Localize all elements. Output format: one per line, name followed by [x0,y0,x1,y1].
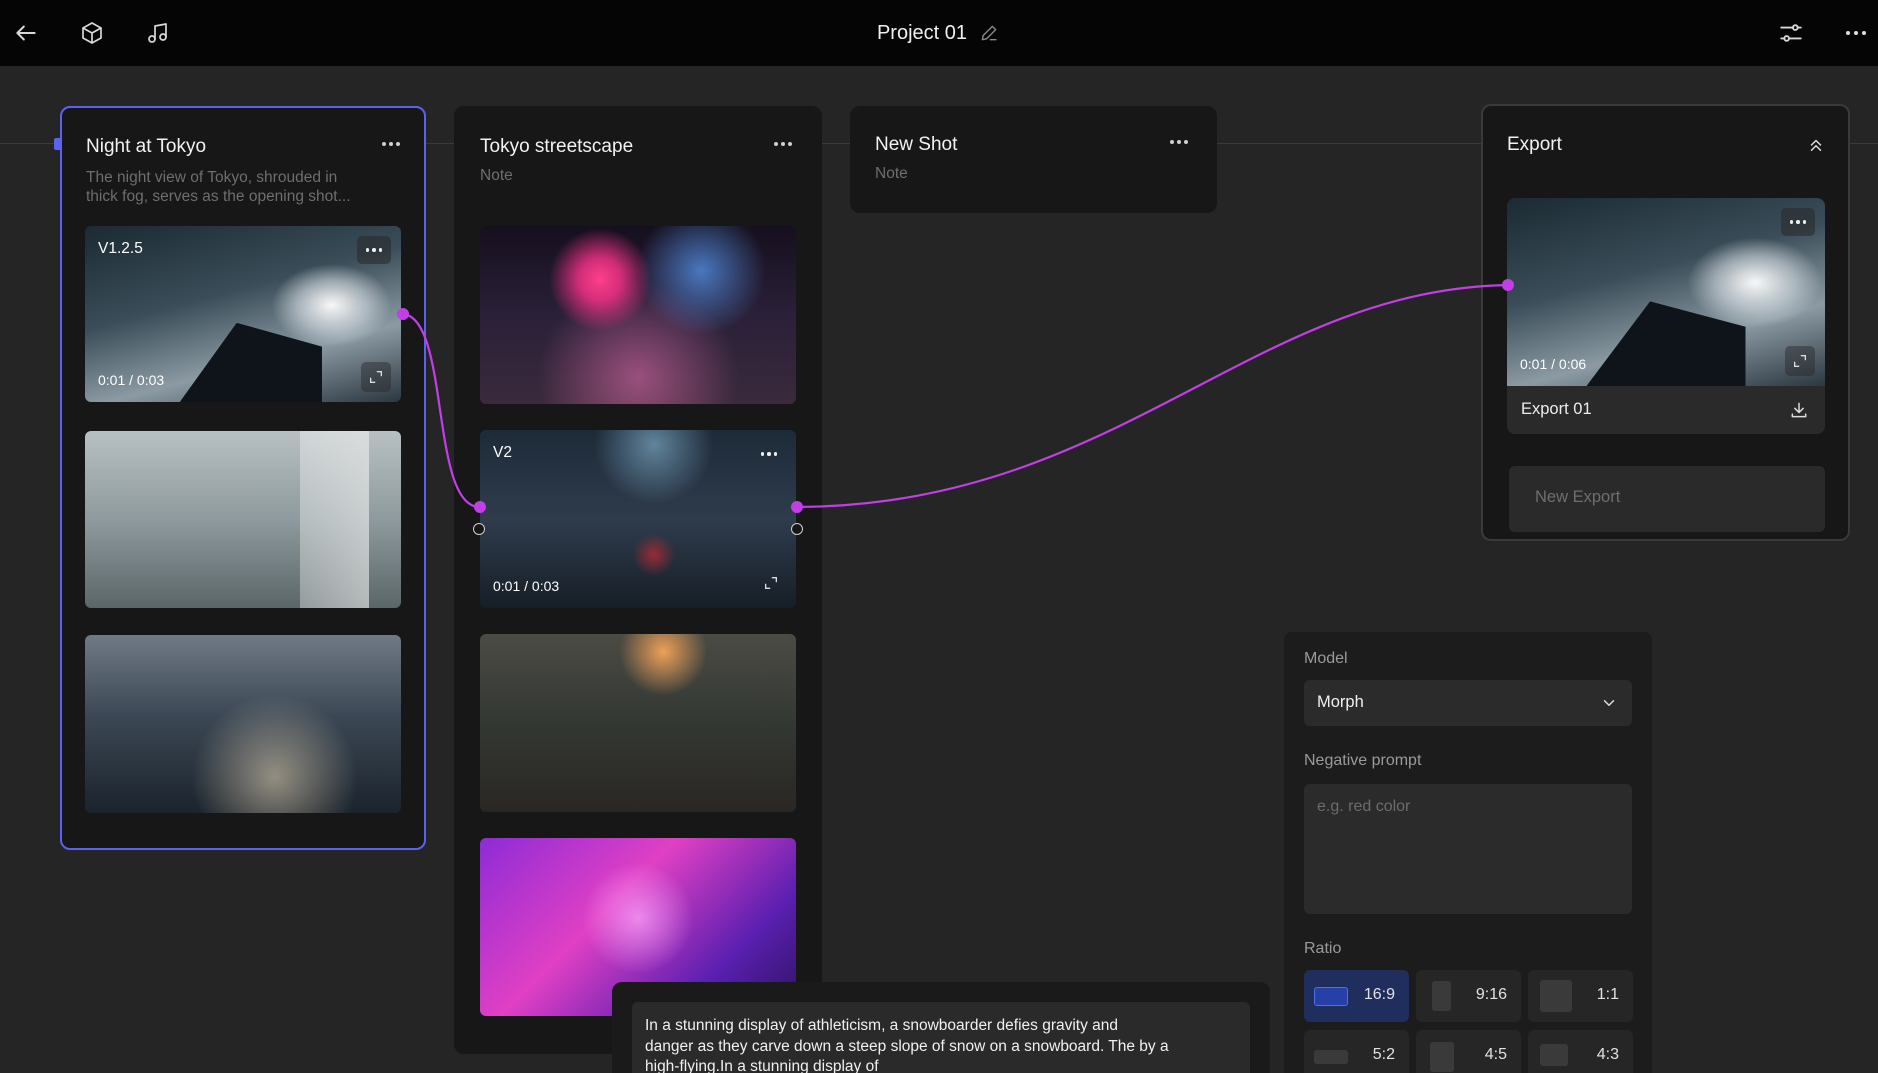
model-label: Model [1304,650,1348,667]
model-select[interactable]: Morph [1304,680,1632,726]
ratio-option-16-9[interactable]: 16:9 [1304,970,1409,1022]
ratio-shape [1314,1050,1348,1064]
ratio-shape [1432,981,1451,1011]
ratio-option-1-1[interactable]: 1:1 [1528,970,1633,1022]
expand-icon[interactable] [1785,346,1815,376]
timecode: 0:01 / 0:03 [98,372,165,388]
ratio-option-4-5[interactable]: 4:5 [1416,1030,1521,1073]
thumbnail-menu-icon[interactable] [1781,208,1815,236]
prompt-panel: In a stunning display of athleticism, a … [612,982,1270,1073]
ratio-shape [1314,987,1348,1006]
expand-icon[interactable] [361,362,391,392]
chevron-down-icon [1598,692,1620,714]
ratio-option-5-2[interactable]: 5:2 [1304,1030,1409,1073]
negative-prompt-input[interactable]: e.g. red color [1304,784,1632,914]
ratio-option-4-3[interactable]: 4:3 [1528,1030,1633,1073]
thumbnail-menu-icon[interactable] [357,236,391,264]
ratio-shape [1540,1044,1568,1066]
input-port[interactable] [473,523,485,535]
generation-settings-panel: Model Morph Negative prompt e.g. red col… [1284,632,1652,1073]
input-port[interactable] [474,501,486,513]
input-port[interactable] [1502,279,1514,291]
output-port[interactable] [397,308,409,320]
output-port[interactable] [791,501,803,513]
connection-curve [402,312,480,509]
ratio-option-9-16[interactable]: 9:16 [1416,970,1521,1022]
model-value: Morph [1317,693,1364,711]
negative-prompt-label: Negative prompt [1304,752,1422,769]
timecode: 0:01 / 0:06 [1520,356,1587,372]
negative-prompt-placeholder: e.g. red color [1317,798,1411,815]
ratio-label: Ratio [1304,940,1342,957]
ratio-shape [1430,1042,1454,1072]
connection-curve [796,283,1509,509]
ratio-shape [1540,980,1572,1012]
prompt-input[interactable]: In a stunning display of athleticism, a … [632,1002,1250,1073]
output-port[interactable] [791,523,803,535]
